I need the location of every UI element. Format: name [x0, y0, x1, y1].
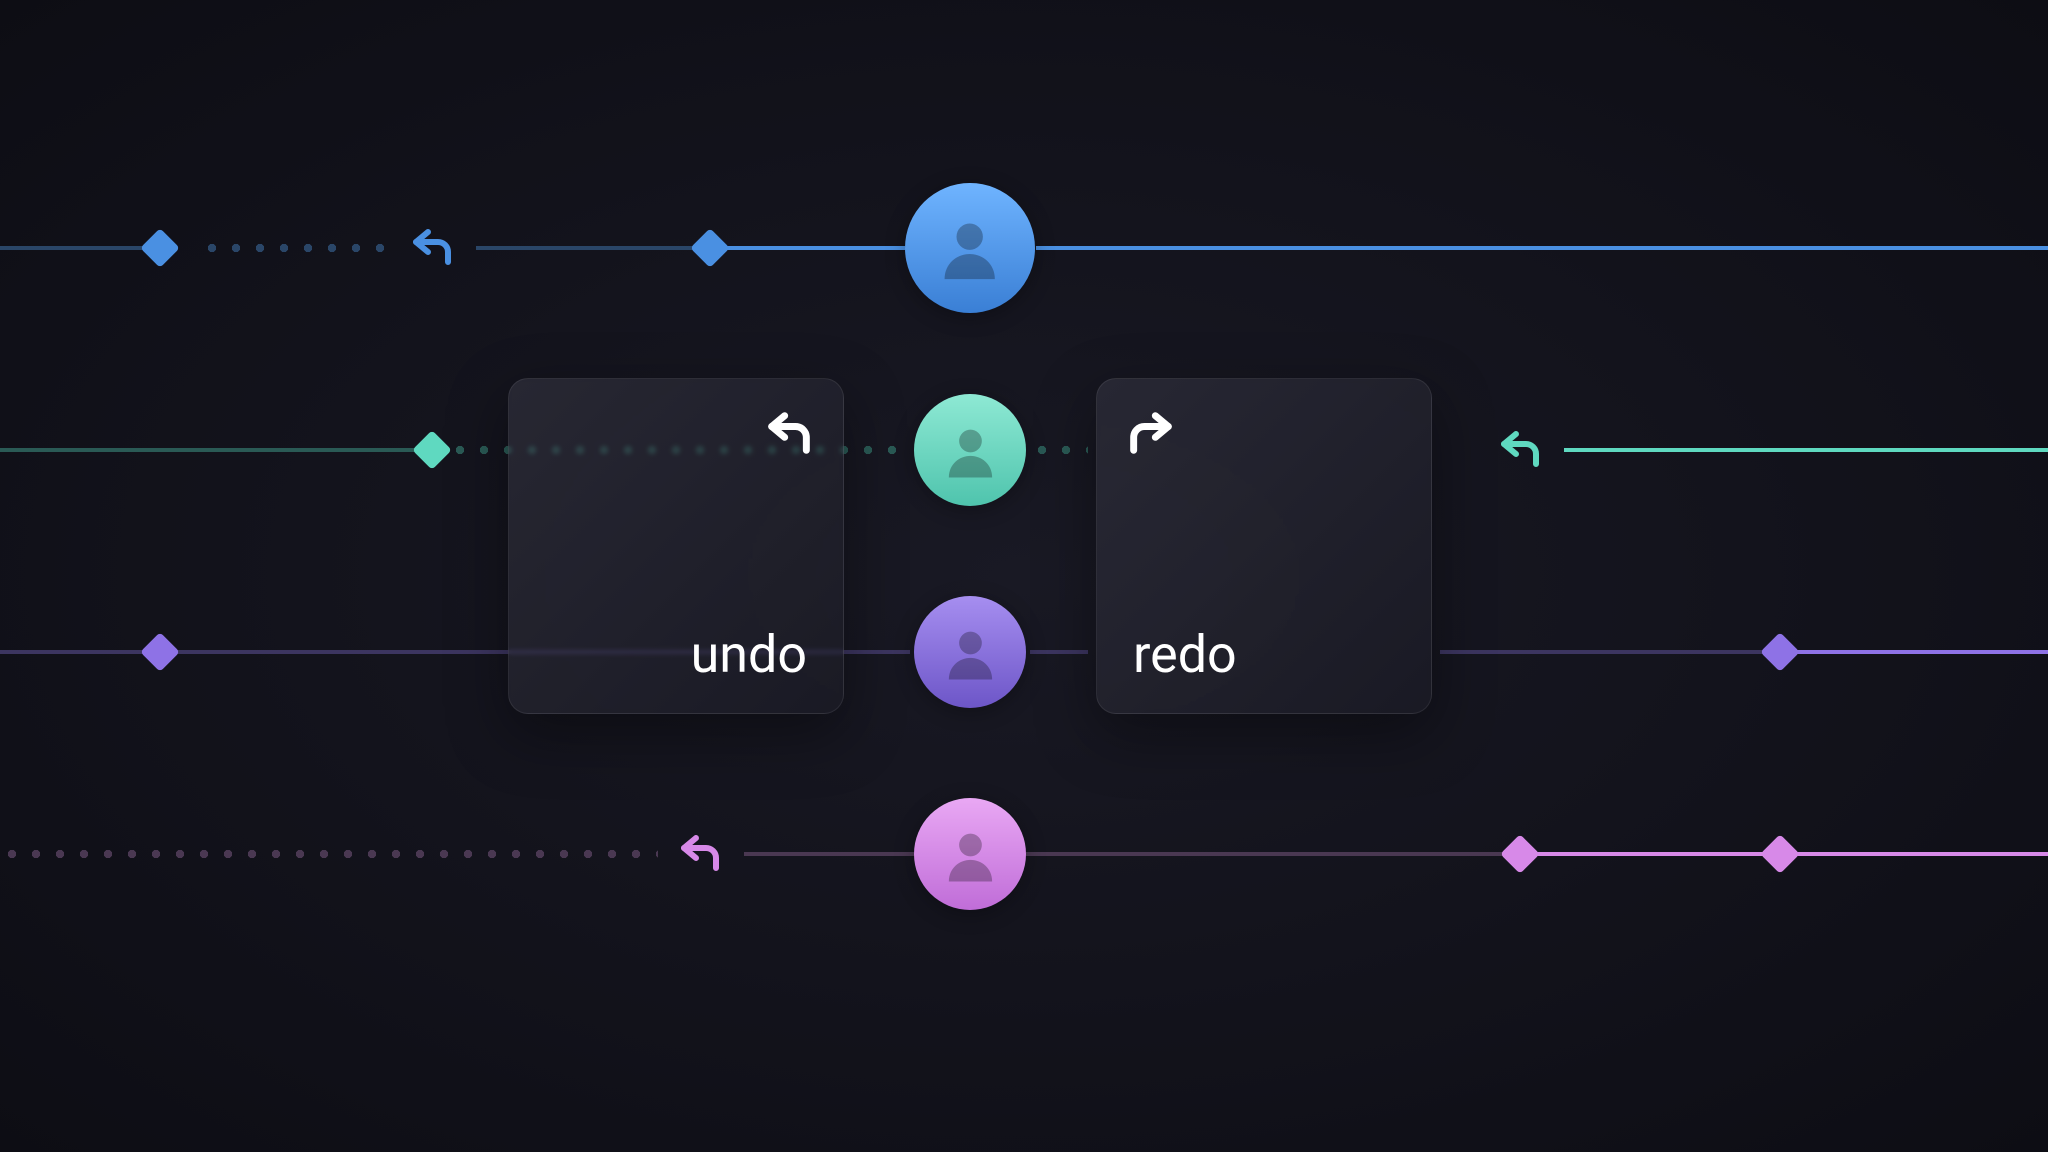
diamond-marker	[412, 430, 452, 470]
timeline-segment	[0, 849, 658, 859]
undo-icon	[763, 407, 815, 459]
redo-label: redo	[1133, 624, 1237, 685]
avatar	[914, 798, 1026, 910]
timeline-segment	[1796, 650, 2048, 654]
undo-card[interactable]: undo	[508, 378, 844, 714]
diamond-marker	[140, 632, 180, 672]
timeline-row-0	[0, 246, 2048, 250]
undo-icon	[408, 224, 456, 272]
avatar	[914, 394, 1026, 506]
timeline-row-3	[0, 852, 2048, 856]
undo-label: undo	[691, 624, 807, 685]
timeline-segment	[1030, 650, 1088, 654]
timeline-row-1	[0, 448, 2048, 452]
diamond-marker	[1760, 632, 1800, 672]
avatar	[914, 596, 1026, 708]
redo-card[interactable]: redo	[1096, 378, 1432, 714]
timeline-segment	[726, 246, 905, 250]
timeline-segment	[200, 243, 398, 253]
timeline-segment	[1564, 448, 2048, 452]
avatar	[905, 183, 1035, 313]
diamond-marker	[1760, 834, 1800, 874]
timeline-segment	[476, 246, 694, 250]
timeline-segment	[0, 650, 145, 654]
timeline-segment	[744, 852, 914, 856]
diamond-marker	[140, 228, 180, 268]
timeline-segment	[1036, 246, 2048, 250]
timeline-segment	[0, 448, 416, 452]
timeline-segment	[1030, 445, 1088, 455]
undo-icon	[1496, 426, 1544, 474]
timeline-segment	[0, 246, 145, 250]
undo-icon	[676, 830, 724, 878]
timeline-segment	[1026, 852, 1504, 856]
diamond-marker	[690, 228, 730, 268]
redo-icon	[1125, 407, 1177, 459]
timeline-segment	[1796, 852, 2048, 856]
timeline-segment	[1440, 650, 1764, 654]
diamond-marker	[1500, 834, 1540, 874]
timeline-row-2	[0, 650, 2048, 654]
timeline-segment	[1536, 852, 1764, 856]
